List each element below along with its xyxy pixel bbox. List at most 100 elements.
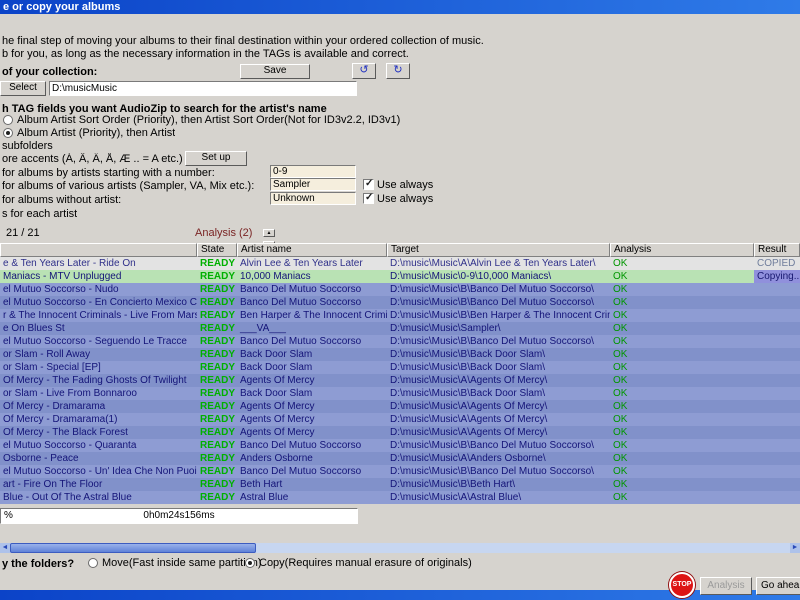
number-folder-field[interactable]: 0-9	[270, 165, 356, 178]
cell-artist: 10,000 Maniacs	[237, 270, 387, 283]
subfolders-label[interactable]: subfolders	[2, 140, 53, 152]
cell-target: D:\music\Music\B\Ben Harper & The Innoce…	[387, 309, 610, 322]
refresh-icon[interactable]: ↻	[386, 63, 410, 79]
no-artist-folder-field[interactable]: Unknown	[270, 192, 356, 205]
radio-album-artist[interactable]: Album Artist (Priority), then Artist	[3, 127, 175, 139]
cell-result	[754, 387, 800, 400]
go-ahead-button[interactable]: Go ahea	[756, 577, 800, 595]
table-row[interactable]: el Mutuo Soccorso - Seguendo Le TracceRE…	[0, 335, 800, 348]
table-row[interactable]: e & Ten Years Later - Ride OnREADYAlvin …	[0, 257, 800, 270]
cell-title: r & The Innocent Criminals - Live From M…	[0, 309, 197, 322]
column-header-target[interactable]: Target	[387, 243, 610, 257]
number-albums-label: for albums by artists starting with a nu…	[2, 167, 215, 179]
radio-circle-selected-icon	[245, 558, 255, 568]
various-folder-field[interactable]: Sampler	[270, 178, 356, 191]
select-folder-button[interactable]: Select	[0, 81, 46, 96]
cell-artist: Agents Of Mercy	[237, 374, 387, 387]
radio-copy[interactable]: Copy(Requires manual erasure of original…	[245, 557, 472, 569]
collection-path-input[interactable]	[49, 81, 357, 96]
stop-button[interactable]: STOP	[669, 572, 695, 598]
various-use-always[interactable]: Use always	[363, 179, 433, 191]
cell-analysis: OK	[610, 426, 754, 439]
cell-target: D:\music\Music\B\Back Door Slam\	[387, 387, 610, 400]
cell-state: READY	[197, 387, 237, 400]
cell-title: Maniacs - MTV Unplugged	[0, 270, 197, 283]
column-header-analysis[interactable]: Analysis	[610, 243, 754, 257]
checkbox-checked-icon[interactable]	[363, 179, 374, 190]
each-artist-label[interactable]: s for each artist	[2, 208, 77, 220]
column-header-state[interactable]: State	[197, 243, 237, 257]
table-row[interactable]: Of Mercy - The Black ForestREADYAgents O…	[0, 426, 800, 439]
cell-result	[754, 439, 800, 452]
cell-analysis: OK	[610, 413, 754, 426]
cell-target: D:\music\Music\Sampler\	[387, 322, 610, 335]
horizontal-scrollbar[interactable]: ◄ ►	[0, 543, 800, 553]
table-row[interactable]: or Slam - Special [EP]READYBack Door Sla…	[0, 361, 800, 374]
cell-state: READY	[197, 452, 237, 465]
table-row[interactable]: Osborne - PeaceREADYAnders OsborneD:\mus…	[0, 452, 800, 465]
cell-state: READY	[197, 413, 237, 426]
column-header-title[interactable]	[0, 243, 197, 257]
spinner-up-icon[interactable]: ▲	[263, 229, 275, 237]
radio-move[interactable]: Move(Fast inside same partition)	[88, 557, 262, 569]
cell-target: D:\music\Music\0-9\10,000 Maniacs\	[387, 270, 610, 283]
cell-artist: Banco Del Mutuo Soccorso	[237, 296, 387, 309]
scroll-right-icon[interactable]: ►	[790, 543, 800, 553]
set-up-button[interactable]: Set up	[185, 151, 247, 166]
no-artist-label: for albums without artist:	[2, 194, 121, 206]
table-row[interactable]: Of Mercy - Dramarama(1)READYAgents Of Me…	[0, 413, 800, 426]
scroll-left-icon[interactable]: ◄	[0, 543, 10, 553]
undo-icon[interactable]: ↺	[352, 63, 376, 79]
cell-artist: Alvin Lee & Ten Years Later	[237, 257, 387, 270]
cell-state: READY	[197, 322, 237, 335]
table-row[interactable]: el Mutuo Soccorso - Un' Idea Che Non Puo…	[0, 465, 800, 478]
analysis-button[interactable]: Analysis	[700, 577, 752, 595]
scrollbar-thumb[interactable]	[10, 543, 256, 553]
checkbox-checked-icon[interactable]	[363, 193, 374, 204]
table-row[interactable]: or Slam - Live From BonnarooREADYBack Do…	[0, 387, 800, 400]
table-row[interactable]: el Mutuo Soccorso - NudoREADYBanco Del M…	[0, 283, 800, 296]
cell-result: COPIED	[754, 257, 800, 270]
table-row[interactable]: or Slam - Roll AwayREADYBack Door SlamD:…	[0, 348, 800, 361]
cell-result	[754, 374, 800, 387]
cell-result	[754, 309, 800, 322]
cell-analysis: OK	[610, 309, 754, 322]
cell-result	[754, 296, 800, 309]
table-row[interactable]: art - Fire On The FloorREADYBeth HartD:\…	[0, 478, 800, 491]
table-row[interactable]: Of Mercy - The Fading Ghosts Of Twilight…	[0, 374, 800, 387]
table-row[interactable]: Of Mercy - DramaramaREADYAgents Of Mercy…	[0, 400, 800, 413]
album-counter: 21 / 21	[6, 227, 40, 239]
table-row[interactable]: el Mutuo Soccorso - En Concierto Mexico …	[0, 296, 800, 309]
cell-analysis: OK	[610, 387, 754, 400]
column-header-result[interactable]: Result	[754, 243, 800, 257]
noartist-use-always[interactable]: Use always	[363, 193, 433, 205]
cell-artist: Agents Of Mercy	[237, 400, 387, 413]
cell-artist: Back Door Slam	[237, 348, 387, 361]
table-row[interactable]: r & The Innocent Criminals - Live From M…	[0, 309, 800, 322]
table-row[interactable]: e On Blues StREADY___VA___D:\music\Music…	[0, 322, 800, 335]
cell-artist: Ben Harper & The Innocent Criminals	[237, 309, 387, 322]
window-titlebar: e or copy your albums	[0, 0, 800, 14]
radio-circle-icon	[3, 115, 13, 125]
cell-artist: Banco Del Mutuo Soccorso	[237, 283, 387, 296]
radio-sort-order[interactable]: Album Artist Sort Order (Priority), then…	[3, 114, 400, 126]
radio-move-label: Move(Fast inside same partition)	[102, 557, 262, 569]
cell-analysis: OK	[610, 478, 754, 491]
cell-result	[754, 348, 800, 361]
save-button[interactable]: Save	[240, 64, 310, 79]
table-row[interactable]: Maniacs - MTV UnpluggedREADY10,000 Mania…	[0, 270, 800, 283]
cell-title: Of Mercy - Dramarama	[0, 400, 197, 413]
cell-result	[754, 361, 800, 374]
table-row[interactable]: el Mutuo Soccorso - QuarantaREADYBanco D…	[0, 439, 800, 452]
radio-sort-order-label: Album Artist Sort Order (Priority), then…	[17, 114, 400, 126]
cell-result: Copying..	[754, 270, 800, 283]
cell-analysis: OK	[610, 283, 754, 296]
cell-analysis: OK	[610, 465, 754, 478]
cell-result	[754, 478, 800, 491]
table-row[interactable]: Blue - Out Of The Astral BlueREADYAstral…	[0, 491, 800, 504]
column-header-artist[interactable]: Artist name	[237, 243, 387, 257]
analysis-spinner[interactable]: ▲ ▼	[263, 225, 275, 241]
cell-result	[754, 426, 800, 439]
cell-analysis: OK	[610, 270, 754, 283]
collection-label: of your collection:	[2, 66, 97, 78]
